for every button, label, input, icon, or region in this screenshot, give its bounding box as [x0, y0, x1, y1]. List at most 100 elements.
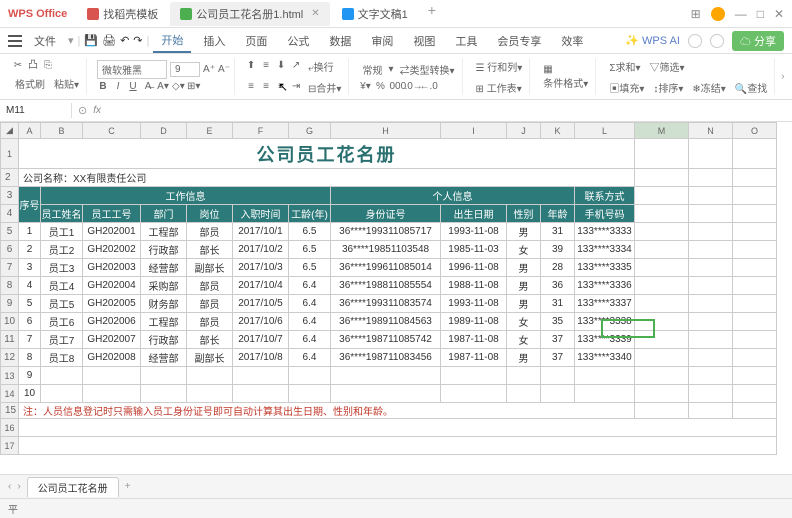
note-cell[interactable]: 注：人员信息登记时只需输入员工身份证号即可自动计算其出生日期、性别和年龄。 — [19, 403, 635, 419]
table-row[interactable]: 9 5员工5GH202005财务部部员 2017/10/56.436****19… — [1, 295, 777, 313]
col-I[interactable]: I — [441, 123, 507, 139]
sheet-title[interactable]: 公司员工花名册 — [19, 139, 635, 169]
size-select[interactable]: 9 — [170, 62, 200, 77]
row-13[interactable]: 13 — [1, 367, 19, 385]
col-D[interactable]: D — [141, 123, 187, 139]
freeze-button[interactable]: ❄冻结▾ — [689, 78, 728, 97]
find-button[interactable]: 🔍查找 — [732, 78, 770, 97]
hamburger-icon[interactable] — [8, 35, 22, 47]
maximize-icon[interactable]: □ — [757, 7, 764, 21]
cloud-icon[interactable] — [710, 34, 724, 48]
row-10[interactable]: 10 — [1, 313, 19, 331]
tab-doc[interactable]: 文字文稿1 — [332, 2, 418, 26]
table-row[interactable]: 7 3员工3GH202003经营部副部长 2017/10/36.536****1… — [1, 259, 777, 277]
copy-icon[interactable]: ⎘ — [42, 60, 54, 72]
tab-next-icon[interactable]: › — [17, 481, 20, 492]
currency-icon[interactable]: ¥▾ — [359, 81, 371, 93]
fill-color-icon[interactable]: ◇▾ — [172, 81, 184, 93]
close-icon[interactable]: ✕ — [311, 8, 319, 19]
row-6[interactable]: 6 — [1, 241, 19, 259]
col-L[interactable]: L — [575, 123, 635, 139]
row-5[interactable]: 5 — [1, 223, 19, 241]
sort-button[interactable]: ↕排序▾ — [650, 78, 686, 97]
menu-tools[interactable]: 工具 — [447, 30, 485, 52]
menu-review[interactable]: 审阅 — [363, 30, 401, 52]
select-all-corner[interactable]: ◢ — [1, 123, 19, 139]
worksheet-button[interactable]: ⊞ 工作表▾ — [473, 78, 525, 97]
table-row[interactable]: 10 6员工6GH202006工程部部员 2017/10/66.436****1… — [1, 313, 777, 331]
menu-icon[interactable]: ⊞ — [691, 7, 701, 21]
tab-templates[interactable]: 找稻壳模板 — [77, 2, 168, 26]
row-8[interactable]: 8 — [1, 277, 19, 295]
fx-label[interactable]: fx — [93, 105, 101, 116]
col-O[interactable]: O — [733, 123, 777, 139]
col-M[interactable]: M — [635, 123, 689, 139]
dec-font-icon[interactable]: A⁻ — [218, 64, 230, 76]
brush-icon[interactable]: 凸 — [27, 60, 39, 72]
cancel-fx-icon[interactable]: ⊙ — [78, 104, 87, 117]
hdr-contact[interactable]: 联系方式 — [575, 187, 635, 205]
col-A[interactable]: A — [19, 123, 41, 139]
sum-button[interactable]: Σ求和▾ — [606, 57, 643, 76]
menu-efficiency[interactable]: 效率 — [553, 30, 591, 52]
add-tab-button[interactable]: + — [420, 2, 444, 26]
company-cell[interactable]: 公司名称：XX有限责任公司 — [19, 169, 635, 187]
table-row[interactable]: 11 7员工7GH202007行政部部长 2017/10/76.436****1… — [1, 331, 777, 349]
wrap-button[interactable]: ⤶换行 — [305, 57, 337, 76]
col-E[interactable]: E — [187, 123, 233, 139]
align-center-icon[interactable]: ≡ — [260, 81, 272, 93]
sheet-tab[interactable]: 公司员工花名册 — [27, 477, 119, 497]
tab-current[interactable]: 公司员工花名册1.html✕ — [170, 2, 329, 26]
indent-icon[interactable]: ⇥ — [290, 81, 302, 93]
row-15[interactable]: 15 — [1, 403, 19, 419]
bold-icon[interactable]: B — [97, 81, 109, 93]
spreadsheet[interactable]: ◢ A B C D E F G H I J K L M N O 1公司员工花名册… — [0, 122, 777, 455]
row-12[interactable]: 12 — [1, 349, 19, 367]
hdr-seq[interactable]: 序号 — [19, 187, 41, 223]
inc-font-icon[interactable]: A⁺ — [203, 64, 215, 76]
redo-icon[interactable]: ↷ — [133, 34, 142, 47]
search-icon[interactable] — [688, 34, 702, 48]
cut-icon[interactable]: ✂ — [12, 60, 24, 72]
menu-start[interactable]: 开始 — [153, 29, 191, 53]
align-top-icon[interactable]: ⬆ — [245, 60, 257, 72]
col-J[interactable]: J — [507, 123, 541, 139]
save-icon[interactable]: 💾 — [84, 34, 98, 47]
menu-file[interactable]: 文件 — [26, 30, 64, 52]
name-box[interactable]: M11 — [0, 103, 72, 118]
comma-icon[interactable]: 000 — [389, 81, 401, 93]
row-11[interactable]: 11 — [1, 331, 19, 349]
number-format[interactable]: 常规 — [359, 60, 385, 79]
print-icon[interactable]: 🖨 — [102, 34, 116, 47]
hdr-work[interactable]: 工作信息 — [41, 187, 331, 205]
tab-prev-icon[interactable]: ‹ — [8, 481, 11, 492]
align-left-icon[interactable]: ≡ — [245, 81, 257, 93]
sheet-area[interactable]: ◢ A B C D E F G H I J K L M N O 1公司员工花名册… — [0, 122, 792, 474]
minimize-icon[interactable]: — — [735, 7, 747, 21]
row-1[interactable]: 1 — [1, 139, 19, 169]
col-H[interactable]: H — [331, 123, 441, 139]
orient-icon[interactable]: ↗ — [290, 60, 302, 72]
undo-icon[interactable]: ↶ — [120, 34, 129, 47]
type-convert[interactable]: ⇄类型转换▾ — [396, 60, 457, 79]
dec-dec-icon[interactable]: ←.0 — [419, 81, 431, 93]
fill-button[interactable]: ▣填充▾ — [606, 78, 647, 97]
ribbon-more-icon[interactable]: › — [781, 71, 784, 82]
align-bot-icon[interactable]: ⬇ — [275, 60, 287, 72]
strike-icon[interactable]: A̶ — [142, 81, 154, 93]
menu-insert[interactable]: 插入 — [195, 30, 233, 52]
row-9[interactable]: 9 — [1, 295, 19, 313]
col-F[interactable]: F — [233, 123, 289, 139]
col-N[interactable]: N — [689, 123, 733, 139]
col-C[interactable]: C — [83, 123, 141, 139]
col-G[interactable]: G — [289, 123, 331, 139]
col-K[interactable]: K — [541, 123, 575, 139]
row-7[interactable]: 7 — [1, 259, 19, 277]
menu-view[interactable]: 视图 — [405, 30, 443, 52]
table-row[interactable]: 8 4员工4GH202004采购部部员 2017/10/46.436****19… — [1, 277, 777, 295]
merge-button[interactable]: ⊟合并▾ — [305, 78, 344, 97]
format-brush[interactable]: 格式刷 — [12, 74, 48, 93]
table-row[interactable]: 12 8员工8GH202008经营部副部长 2017/10/86.436****… — [1, 349, 777, 367]
hdr-personal[interactable]: 个人信息 — [331, 187, 575, 205]
menu-vip[interactable]: 会员专享 — [489, 30, 549, 52]
